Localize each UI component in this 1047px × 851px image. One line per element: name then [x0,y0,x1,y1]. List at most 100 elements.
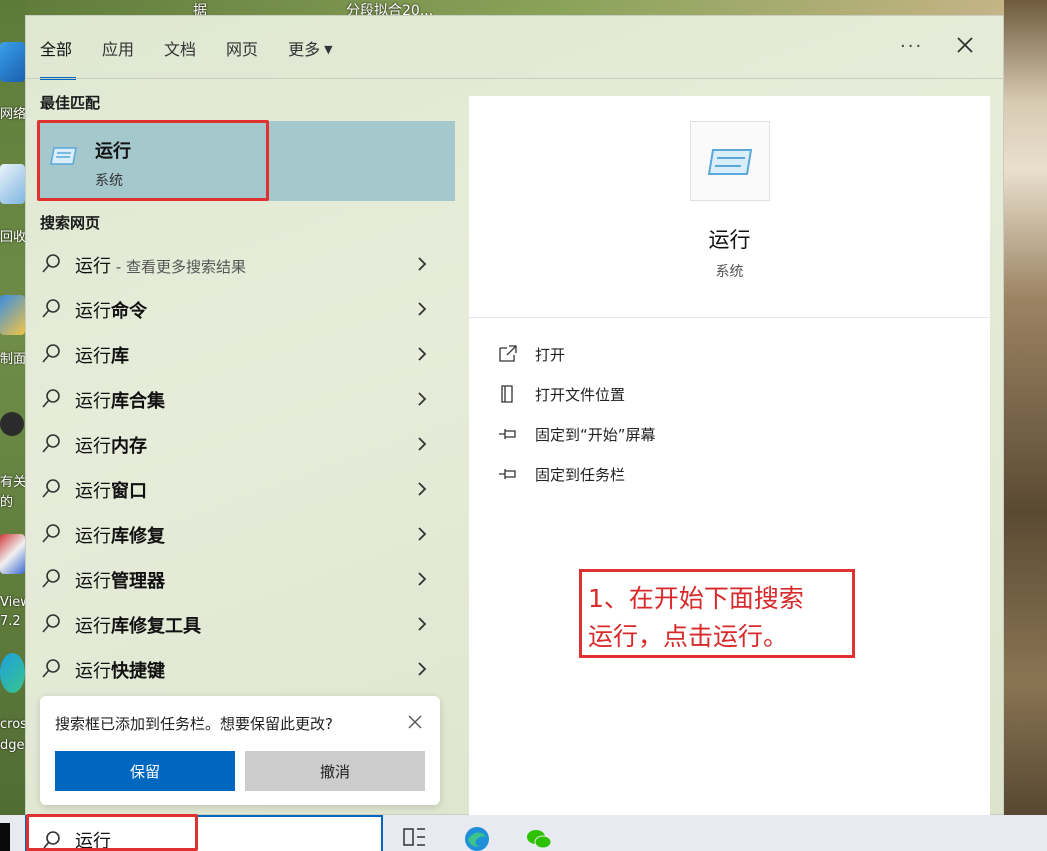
result-prefix: 运行 [75,616,111,637]
annotation-line: 1、在开始下面搜索 [588,584,804,613]
pin-to-start-action[interactable]: 固定到“开始”屏幕 [497,419,797,449]
open-file-location-action[interactable]: 打开文件位置 [497,379,797,409]
open-icon [499,345,517,362]
run-app-icon [50,147,77,165]
desktop-icon-label: cros [0,717,25,732]
web-result-label: 运行库合集 [75,387,165,413]
viewer-desktop-icon[interactable] [0,534,25,574]
tab-web[interactable]: 网页 [226,34,258,80]
search-icon [42,569,60,588]
chevron-right-icon [418,302,427,316]
best-match-title: 运行 [95,141,131,162]
close-icon [957,37,973,53]
divider [26,78,1003,79]
task-view-icon [403,828,425,846]
web-result-row[interactable]: 运行库修复工具 [40,602,455,647]
chevron-right-icon [418,617,427,631]
detail-pane: 运行 系统 打开 打开文件位置 固定到“开始”屏幕 固定到任务栏 1、在开始下面… [469,96,990,816]
web-result-label: 运行库修复工具 [75,612,201,638]
web-result-row[interactable]: 运行库 [40,332,455,377]
result-bold: 命令 [111,301,147,322]
search-icon [42,524,60,543]
control-panel-desktop-icon[interactable] [0,295,25,335]
chevron-right-icon [418,437,427,451]
pin-icon [499,469,516,479]
wechat-taskbar-button[interactable] [524,823,554,851]
taskbar-search-box[interactable] [25,815,383,851]
web-result-row[interactable]: 运行库修复 [40,512,455,557]
search-icon [42,479,60,498]
tab-label: 文档 [164,40,197,59]
chevron-right-icon [418,347,427,361]
more-options-button[interactable]: ··· [900,36,923,57]
action-label: 固定到“开始”屏幕 [535,426,656,444]
web-result-label: 运行库 [75,342,129,368]
result-prefix: 运行 [75,571,111,592]
open-action[interactable]: 打开 [497,339,797,369]
web-result-label: 运行库修复 [75,522,165,548]
result-prefix: 运行 [75,436,111,457]
web-result-row[interactable]: 运行快捷键 [40,647,455,692]
app-desktop-icon[interactable] [0,412,24,436]
web-result-label: 运行快捷键 [75,657,165,683]
network-desktop-icon[interactable] [0,42,25,82]
search-panel: 全部 应用 文档 网页 更多 ▼ ··· 最佳匹配 运行 系统 搜索网页 运行 -… [25,15,1004,816]
result-bold: 窗口 [111,481,147,502]
desktop-icon-label: 网络 [0,107,25,122]
tab-apps[interactable]: 应用 [102,34,134,80]
tab-more[interactable]: 更多 ▼ [288,34,332,80]
keep-button[interactable]: 保留 [55,751,235,791]
action-label: 打开文件位置 [535,386,626,404]
search-icon [42,614,60,633]
toast-close-button[interactable] [406,713,424,731]
web-result-row[interactable]: 运行窗口 [40,467,455,512]
search-icon [42,344,60,363]
result-prefix: 运行 [75,301,111,322]
recycle-bin-desktop-icon[interactable] [0,164,25,204]
detail-app-icon [690,121,770,201]
close-button[interactable] [952,32,978,58]
edge-icon [465,827,489,851]
result-prefix: 运行 [75,526,111,547]
desktop-icon-label: View [0,595,25,610]
annotation-callout: 1、在开始下面搜索 运行，点击运行。 [579,569,855,658]
annotation-line: 运行，点击运行。 [588,622,789,651]
desktop-icon-label: 回收站 [0,230,25,245]
web-result-row[interactable]: 运行库合集 [40,377,455,422]
tab-all[interactable]: 全部 [40,34,77,80]
file-location-icon [501,385,513,403]
best-match-heading: 最佳匹配 [40,94,101,112]
result-prefix: 运行 [75,346,111,367]
divider [469,317,990,318]
undo-button[interactable]: 撤消 [245,751,425,791]
search-icon [42,299,60,318]
chevron-down-icon: ▼ [324,43,333,56]
desktop-icon-label: 的 [0,495,14,510]
search-icon [42,659,60,678]
result-bold: 内存 [111,436,147,457]
desktop-icon-label: dge [0,738,25,753]
web-result-row[interactable]: 运行 - 查看更多搜索结果 [40,242,455,287]
search-input[interactable] [75,827,375,851]
start-button[interactable] [0,823,10,851]
tab-label: 应用 [102,40,135,59]
chevron-right-icon [418,482,427,496]
pin-icon [499,429,516,439]
action-label: 固定到任务栏 [535,466,626,484]
web-result-row[interactable]: 运行内存 [40,422,455,467]
result-prefix: 运行 [75,256,111,277]
tab-label: 网页 [226,40,259,59]
desktop-icon-label: 有关 [0,475,25,490]
best-match-run-item[interactable]: 运行 系统 [40,121,455,201]
tab-documents[interactable]: 文档 [164,34,196,80]
edge-taskbar-button[interactable] [462,823,492,851]
desktop-icon-label: 7.2 [0,614,21,629]
pin-to-taskbar-action[interactable]: 固定到任务栏 [497,459,797,489]
result-sub: - 查看更多搜索结果 [111,258,246,276]
web-result-row[interactable]: 运行管理器 [40,557,455,602]
chevron-right-icon [418,662,427,676]
task-view-button[interactable] [400,823,430,851]
edge-desktop-icon[interactable] [0,653,25,693]
search-icon [43,831,60,849]
web-result-row[interactable]: 运行命令 [40,287,455,332]
